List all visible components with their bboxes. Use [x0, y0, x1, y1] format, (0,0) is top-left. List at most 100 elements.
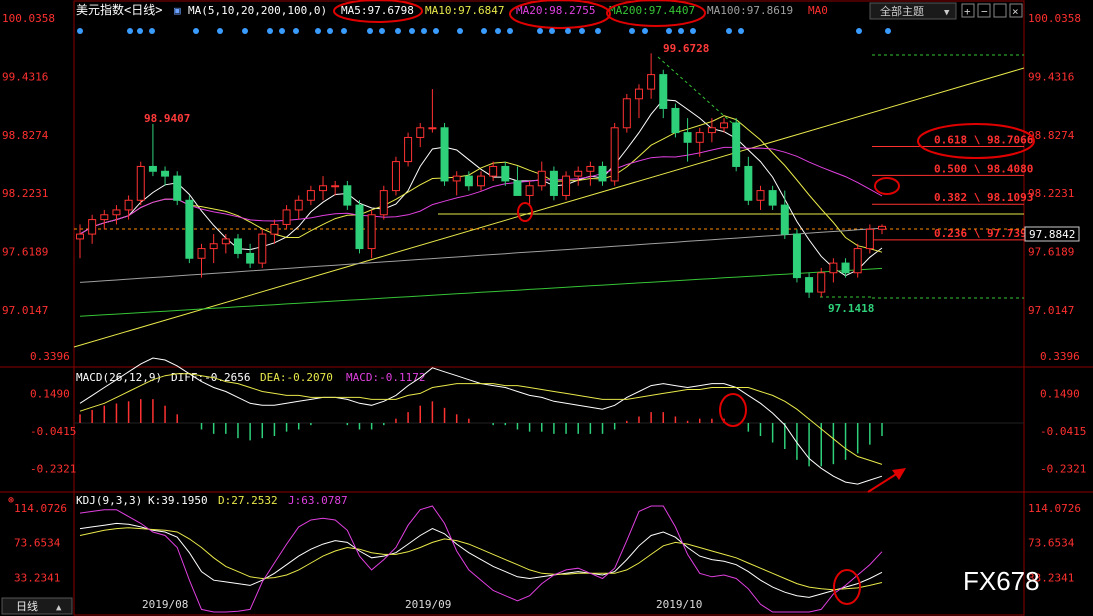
settings-icon[interactable]: ⊛ — [8, 495, 14, 506]
signal-dot — [267, 28, 273, 34]
svg-text:×: × — [1012, 5, 1019, 18]
kdj-k: K:39.1950 — [148, 494, 208, 507]
support-touch-circle — [517, 202, 533, 222]
candle-up — [525, 185, 534, 196]
period-tab-label: 日线 — [16, 599, 38, 613]
candle-down — [440, 127, 449, 182]
candle-down — [659, 74, 668, 109]
candle-up — [367, 214, 376, 250]
kdj-name: KDJ(9,3,3) — [76, 494, 142, 507]
trendlines — [73, 54, 1025, 348]
candle-down — [161, 170, 170, 177]
signal-dot — [127, 28, 133, 34]
candle-up — [634, 88, 643, 100]
kdj-j-line — [79, 505, 883, 613]
kdj-axis: 114.0726 114.072673.6534 73.653433.2341 33.… — [14, 502, 1081, 585]
candle-up — [112, 209, 121, 216]
signal-dot — [595, 28, 601, 34]
signal-dot — [293, 28, 299, 34]
x-label-sep: 2019/09 — [405, 598, 451, 611]
signal-dot — [690, 28, 696, 34]
fibonacci-levels: 0.618 \ 98.7066 0.500 \ 98.4080 0.382 \ 98… — [872, 133, 1034, 241]
macd-axis-left-label: -0.0415 — [30, 425, 76, 438]
candle-down — [501, 165, 510, 182]
signal-dot — [678, 28, 684, 34]
macd-dea-line — [79, 373, 883, 465]
kdj-k-line — [79, 522, 883, 598]
svg-text:+: + — [964, 5, 971, 18]
trend-arrow-icon — [867, 468, 906, 493]
signal-dot — [579, 28, 585, 34]
candle-up — [379, 190, 388, 216]
ma-prefix: MA(5,10,20,200,100,0) — [188, 4, 327, 17]
kdj-axis-left-label: 73.6534 — [14, 537, 61, 550]
macd-axis-right-label: 0.1490 — [1040, 388, 1080, 401]
candle-down — [598, 165, 607, 182]
candle-up — [477, 175, 485, 187]
signal-dot — [149, 28, 155, 34]
price-axis-right-label: 100.0358 — [1028, 12, 1081, 25]
kdj-axis-left-label: 33.2341 — [14, 571, 60, 584]
restore-icon[interactable] — [993, 3, 1007, 18]
candle-up — [416, 127, 425, 138]
price-axis-left-label: 99.4316 — [2, 70, 48, 83]
signal-dot — [409, 28, 415, 34]
ma10-value: MA10:97.6847 — [425, 4, 504, 17]
candle-down — [780, 204, 789, 235]
signal-dot — [433, 28, 439, 34]
fib-level-label: 0.618 \ 98.7066 — [934, 133, 1034, 146]
candle-up — [574, 170, 583, 177]
candle-up — [610, 127, 619, 182]
candle-up — [647, 74, 656, 90]
price-axis-right-label: 97.0147 — [1028, 304, 1074, 317]
signal-dots — [77, 28, 891, 34]
kdj-axis-right-label: 114.0726 — [1028, 502, 1081, 515]
price-axis-right-label: 99.4316 — [1028, 70, 1074, 83]
macd-axis-left-label: 0.1490 — [30, 388, 70, 401]
price-axis-right-label: 98.8274 — [1028, 129, 1075, 142]
candle-up — [489, 165, 498, 177]
frame — [0, 0, 1093, 616]
theme-selector[interactable]: 全部主题 ▼ — [869, 2, 957, 20]
signal-dot — [193, 28, 199, 34]
candle-up — [221, 238, 230, 245]
candle-up — [209, 243, 218, 250]
theme-button-label: 全部主题 — [880, 4, 924, 18]
signal-dot — [738, 28, 744, 34]
ma20-touch-circle — [874, 177, 900, 195]
signal-dot — [379, 28, 385, 34]
candle-up — [404, 136, 413, 163]
candle-down — [246, 252, 255, 264]
toolbar-icons: + − × — [961, 3, 1023, 18]
kdj-axis-right-label: 73.6534 — [1028, 537, 1075, 550]
candle-up — [197, 248, 206, 259]
signal-dot — [421, 28, 427, 34]
svg-text:−: − — [981, 5, 988, 18]
support-trendline — [73, 67, 1025, 348]
candle-down — [148, 165, 157, 172]
ma200-line — [79, 267, 883, 317]
candle-down — [513, 180, 522, 196]
instrument-title: 美元指数 — [76, 2, 124, 17]
signal-dot — [507, 28, 513, 34]
current-price-tag: 97.8842 — [1024, 226, 1080, 242]
candle-up — [282, 209, 291, 225]
ma-indicator-icon: ▣ — [174, 4, 181, 17]
candle-down — [732, 122, 741, 167]
signal-dot — [549, 28, 555, 34]
macd-axis-left-label: -0.2321 — [30, 463, 76, 476]
signal-dot — [137, 28, 143, 34]
annotation-low-main: 97.1418 — [828, 302, 874, 315]
candle-up — [695, 132, 704, 143]
signal-dot — [341, 28, 347, 34]
candle-up — [878, 225, 886, 230]
ma5-value: MA5:97.6798 — [341, 4, 414, 17]
period-tab[interactable]: 日线 ▲ — [1, 597, 73, 615]
macd-cross-circle — [719, 393, 747, 427]
chevron-down-icon: ▼ — [944, 8, 950, 18]
signal-dot — [565, 28, 571, 34]
price-axis-left-label: 97.6189 — [2, 246, 48, 259]
signal-dot — [629, 28, 635, 34]
signal-dot — [395, 28, 401, 34]
candle-up — [756, 190, 765, 201]
